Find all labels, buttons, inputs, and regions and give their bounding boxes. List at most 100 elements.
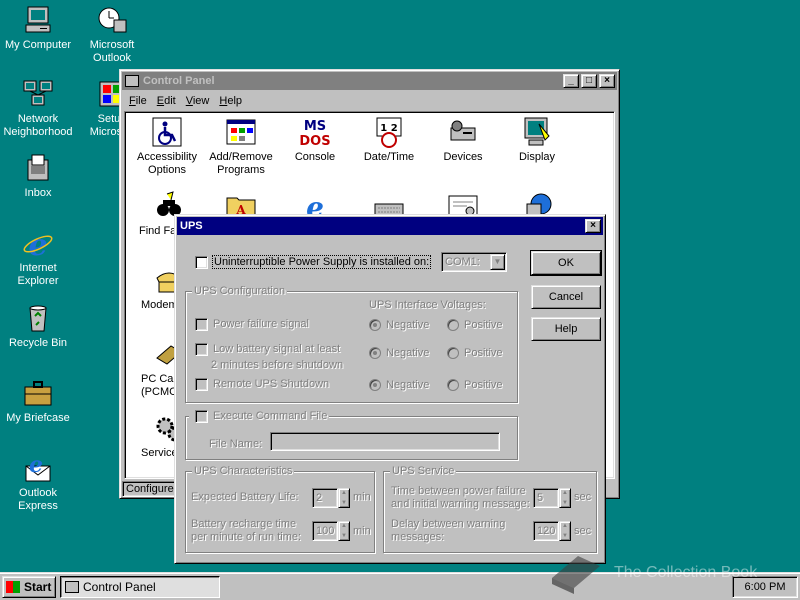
desktop-icon-inbox[interactable]: Inbox [0, 152, 76, 200]
cp-item-accessibility[interactable]: Accessibility Options [129, 116, 205, 177]
desktop-icon-outlook[interactable]: Microsoft Outlook [74, 4, 150, 65]
desktop-icon-my-computer[interactable]: My Computer [0, 4, 76, 52]
voltages-label: UPS Interface Voltages: [369, 299, 486, 311]
menu-edit[interactable]: Edit [152, 95, 181, 107]
spin-down-icon[interactable]: ▼ [560, 532, 570, 542]
time-between-input[interactable]: 5 [533, 488, 559, 508]
negative-label: Negative [386, 319, 430, 331]
window-title: Control Panel [143, 75, 215, 87]
svg-text:DOS: DOS [299, 134, 330, 148]
min-label: min [353, 525, 371, 537]
spin-up-icon[interactable]: ▲ [560, 489, 570, 499]
inbox-icon [22, 152, 54, 184]
cp-item-display[interactable]: Display [499, 116, 575, 164]
date-time-icon: 1 2 [373, 116, 405, 148]
file-name-label: File Name: [209, 438, 263, 450]
minimize-button[interactable]: _ [563, 74, 579, 88]
spin-up-icon[interactable]: ▲ [560, 522, 570, 532]
watermark: The Collection Book [548, 548, 798, 598]
expected-life-spinner[interactable]: ▲ ▼ [338, 488, 350, 508]
desktop-icon-network[interactable]: Network Neighborhood [0, 78, 76, 139]
maximize-button[interactable]: □ [581, 74, 597, 88]
outlook-icon [96, 4, 128, 36]
remote-shutdown-negative-radio[interactable] [369, 379, 381, 391]
network-icon [22, 78, 54, 110]
spin-down-icon[interactable]: ▼ [560, 499, 570, 509]
cp-item-label: Modem [141, 299, 178, 311]
cp-item-date-time[interactable]: 1 2 Date/Time [351, 116, 427, 164]
control-panel-icon [65, 581, 79, 593]
cp-item-label: Find Fa [139, 225, 177, 237]
recharge-label-2: per minute of run time: [191, 531, 302, 543]
spin-down-icon[interactable]: ▼ [339, 499, 349, 509]
spin-up-icon[interactable]: ▲ [339, 522, 349, 532]
recharge-input[interactable]: 100 [312, 521, 338, 541]
desktop-icon-recycle-bin[interactable]: Recycle Bin [0, 302, 76, 350]
menu-help[interactable]: Help [214, 95, 247, 107]
remote-shutdown-checkbox[interactable] [195, 378, 208, 391]
power-failure-checkbox[interactable] [195, 318, 208, 331]
expected-life-value: 2 [316, 492, 323, 504]
menubar: File Edit View Help [120, 92, 619, 110]
execute-command-checkbox[interactable] [195, 410, 208, 423]
ie-icon: e [22, 227, 54, 259]
cp-item-devices[interactable]: Devices [425, 116, 501, 164]
close-button[interactable]: × [599, 74, 615, 88]
ups-titlebar[interactable]: UPS × [177, 217, 603, 235]
remote-shutdown-positive-radio[interactable] [447, 379, 459, 391]
cp-item-add-remove[interactable]: Add/Remove Programs [203, 116, 279, 177]
accessibility-icon [151, 116, 183, 148]
recharge-value: 100 [316, 525, 335, 537]
menu-file[interactable]: File [124, 95, 152, 107]
desktop-icon-outlook-express[interactable]: e Outlook Express [0, 452, 76, 513]
negative-label: Negative [386, 347, 430, 359]
cp-item-label: Date/Time [363, 151, 415, 163]
recharge-spinner[interactable]: ▲ ▼ [338, 521, 350, 541]
delay-input[interactable]: 120 [533, 521, 559, 541]
control-panel-titlebar[interactable]: Control Panel _ □ × [122, 72, 617, 90]
spin-up-icon[interactable]: ▲ [339, 489, 349, 499]
start-button[interactable]: Start [2, 576, 56, 598]
expected-life-label: Expected Battery Life: [191, 491, 299, 503]
low-battery-label: Low battery signal at least [213, 343, 341, 355]
delay-label-2: messages: [391, 531, 445, 543]
spin-down-icon[interactable]: ▼ [339, 532, 349, 542]
start-label: Start [24, 580, 52, 594]
power-failure-positive-radio[interactable] [447, 319, 459, 331]
outlook-express-icon: e [22, 452, 54, 484]
low-battery-positive-radio[interactable] [447, 347, 459, 359]
negative-label: Negative [386, 379, 430, 391]
control-panel-icon [125, 75, 139, 87]
port-select[interactable]: COM1: ▼ [441, 252, 507, 272]
delay-spinner[interactable]: ▲ ▼ [559, 521, 571, 541]
desktop-icon-label: Recycle Bin [8, 337, 68, 349]
power-failure-negative-radio[interactable] [369, 319, 381, 331]
delay-value: 120 [537, 525, 556, 537]
ok-button[interactable]: OK [530, 250, 602, 276]
expected-life-input[interactable]: 2 [312, 488, 338, 508]
cancel-button[interactable]: Cancel [531, 285, 601, 309]
desktop-icon-label: My Briefcase [6, 412, 70, 424]
file-name-input[interactable] [270, 432, 500, 451]
task-label: Control Panel [83, 580, 156, 594]
cp-item-label: Display [518, 151, 556, 163]
ups-installed-checkbox[interactable] [195, 256, 208, 269]
desktop-icon-ie[interactable]: e Internet Explorer [0, 227, 76, 288]
group-title: UPS Configuration [192, 285, 288, 297]
desktop-icon-briefcase[interactable]: My Briefcase [0, 377, 76, 425]
menu-view[interactable]: View [181, 95, 215, 107]
desktop-icon-label: My Computer [4, 39, 72, 51]
add-remove-icon [225, 116, 257, 148]
time-between-spinner[interactable]: ▲ ▼ [559, 488, 571, 508]
help-button[interactable]: Help [531, 317, 601, 341]
windows-logo-icon [6, 581, 20, 593]
taskbar-button-control-panel[interactable]: Control Panel [60, 576, 220, 598]
chevron-down-icon[interactable]: ▼ [490, 254, 505, 270]
low-battery-negative-radio[interactable] [369, 347, 381, 359]
low-battery-label-2: 2 minutes before shutdown [211, 359, 344, 371]
dialog-close-button[interactable]: × [585, 219, 601, 233]
low-battery-checkbox[interactable] [195, 343, 208, 356]
desktop-icon-label: Microsoft Outlook [89, 39, 135, 64]
cp-item-console[interactable]: MS DOS Console [277, 116, 353, 164]
cp-item-label: Accessibility Options [137, 151, 197, 176]
